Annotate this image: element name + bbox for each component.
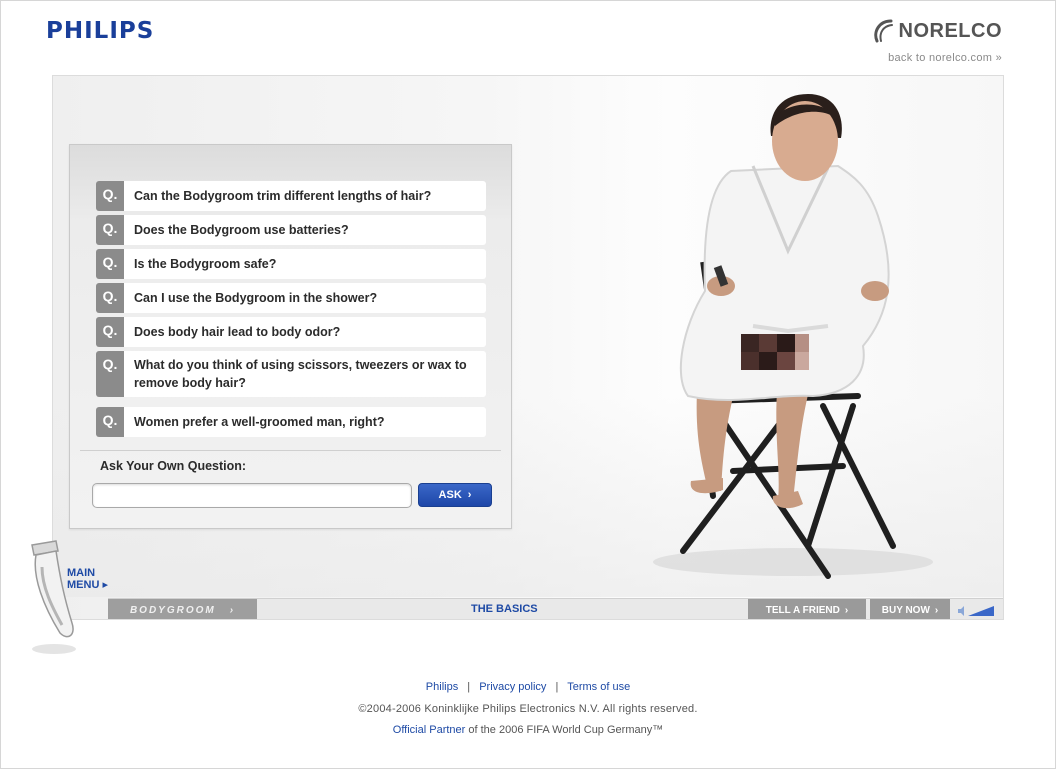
volume-icon[interactable]	[958, 605, 994, 617]
bodygroom-nav-button[interactable]: BODYGROOM ›	[108, 599, 257, 619]
question-text: Can the Bodygroom trim different lengths…	[124, 181, 486, 211]
main-menu-link[interactable]: MAIN MENU ▸	[67, 567, 108, 591]
philips-footer-link[interactable]: Philips	[426, 681, 458, 693]
arrow-right-icon: ›	[934, 604, 939, 616]
norelco-wordmark: NORELCO	[898, 19, 1002, 42]
question-item[interactable]: Q. Can the Bodygroom trim different leng…	[96, 181, 486, 211]
ask-button-label: ASK	[438, 489, 462, 501]
question-text: Is the Bodygroom safe?	[124, 249, 486, 279]
question-text: Does the Bodygroom use batteries?	[124, 215, 486, 245]
philips-logo[interactable]: PHILIPS	[46, 18, 154, 44]
arrow-right-icon: ›	[467, 489, 472, 501]
main-menu-line1: MAIN	[67, 567, 96, 579]
arrow-right-icon: ›	[229, 604, 236, 616]
question-badge: Q.	[96, 215, 124, 245]
question-list: Q. Can the Bodygroom trim different leng…	[96, 181, 486, 441]
buy-now-button[interactable]: BUY NOW ›	[870, 599, 950, 619]
terms-of-use-link[interactable]: Terms of use	[567, 681, 630, 693]
question-badge: Q.	[96, 283, 124, 313]
question-text: Does body hair lead to body odor?	[124, 317, 486, 347]
ask-button[interactable]: ASK ›	[418, 483, 492, 507]
bodygroom-label: BODYGROOM	[129, 604, 216, 616]
question-text: Women prefer a well-groomed man, right?	[124, 407, 486, 437]
man-in-bathrobe-image	[653, 94, 933, 579]
question-item[interactable]: Q. Can I use the Bodygroom in the shower…	[96, 283, 486, 313]
arrow-right-icon: ›	[844, 604, 849, 616]
privacy-policy-link[interactable]: Privacy policy	[479, 681, 546, 693]
bottom-nav-bar: BODYGROOM › THE BASICS TELL A FRIEND › B…	[108, 598, 1003, 619]
question-item[interactable]: Q. Does body hair lead to body odor?	[96, 317, 486, 347]
ask-question-input[interactable]	[92, 483, 412, 508]
section-title: THE BASICS	[471, 603, 538, 615]
video-stage: Q. Can the Bodygroom trim different leng…	[52, 75, 1004, 620]
faq-panel: Q. Can the Bodygroom trim different leng…	[69, 144, 512, 529]
bodygroom-shaver-icon	[31, 540, 76, 654]
norelco-logo[interactable]: NORELCO	[871, 18, 1003, 44]
question-badge: Q.	[96, 249, 124, 279]
question-item[interactable]: Q. Women prefer a well-groomed man, righ…	[96, 407, 486, 437]
question-badge: Q.	[96, 181, 124, 211]
question-badge: Q.	[96, 351, 124, 397]
buy-now-label: BUY NOW	[881, 604, 930, 616]
footer-separator: |	[467, 681, 471, 693]
norelco-header: NORELCO back to norelco.com »	[871, 18, 1003, 64]
question-text: What do you think of using scissors, twe…	[124, 351, 486, 397]
footer-links: Philips | Privacy policy | Terms of use	[0, 681, 1056, 693]
partner-line: Official Partner of the 2006 FIFA World …	[0, 724, 1056, 736]
question-item[interactable]: Q. Is the Bodygroom safe?	[96, 249, 486, 279]
panel-divider	[80, 450, 501, 451]
question-badge: Q.	[96, 407, 124, 437]
partner-text: of the 2006 FIFA World Cup Germany™	[465, 724, 664, 736]
question-text: Can I use the Bodygroom in the shower?	[124, 283, 486, 313]
copyright-text: ©2004-2006 Koninklijke Philips Electroni…	[358, 703, 698, 715]
tell-a-friend-label: TELL A FRIEND	[765, 604, 840, 616]
main-menu-line2: MENU	[67, 579, 100, 591]
norelco-mark-icon	[873, 19, 893, 43]
footer-separator: |	[555, 681, 559, 693]
question-badge: Q.	[96, 317, 124, 347]
back-to-norelco-link[interactable]: back to norelco.com »	[871, 52, 1003, 64]
question-item[interactable]: Q. Does the Bodygroom use batteries?	[96, 215, 486, 245]
question-item[interactable]: Q. What do you think of using scissors, …	[96, 351, 486, 397]
menu-arrow-icon: ▸	[102, 579, 108, 591]
ask-question-label: Ask Your Own Question:	[100, 459, 247, 473]
official-partner-link[interactable]: Official Partner	[393, 724, 466, 736]
tell-a-friend-button[interactable]: TELL A FRIEND ›	[748, 599, 866, 619]
